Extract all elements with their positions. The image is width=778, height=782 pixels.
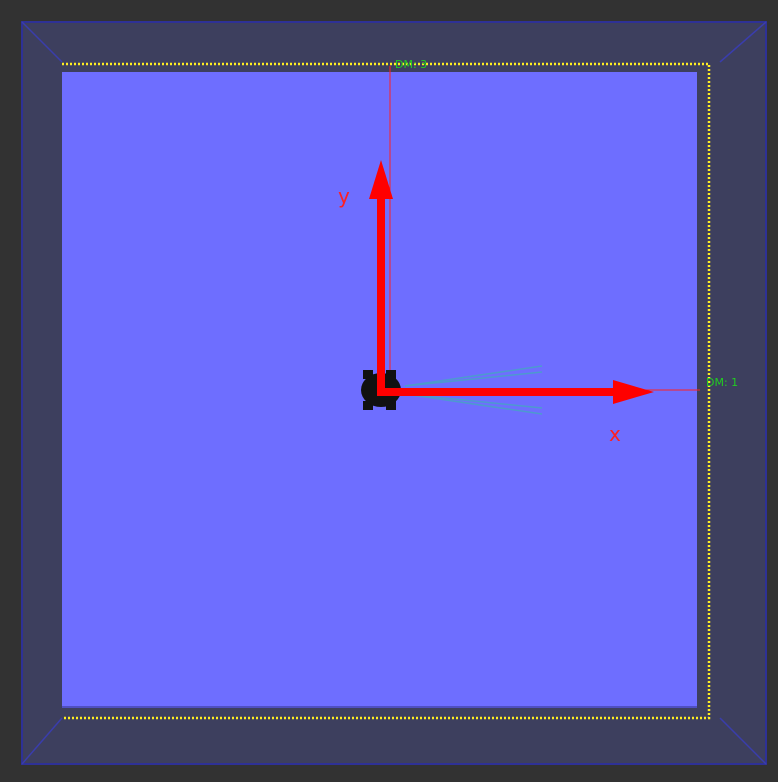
- scene-canvas[interactable]: DM: 3 DM: 1 y x: [0, 0, 778, 778]
- simulation-viewport[interactable]: DM: 3 DM: 1 y x: [0, 0, 778, 778]
- range-label-right: DM: 1: [706, 376, 738, 389]
- range-label-top: DM: 3: [395, 58, 427, 71]
- x-axis-label: x: [609, 422, 621, 446]
- y-axis-label: y: [338, 184, 350, 208]
